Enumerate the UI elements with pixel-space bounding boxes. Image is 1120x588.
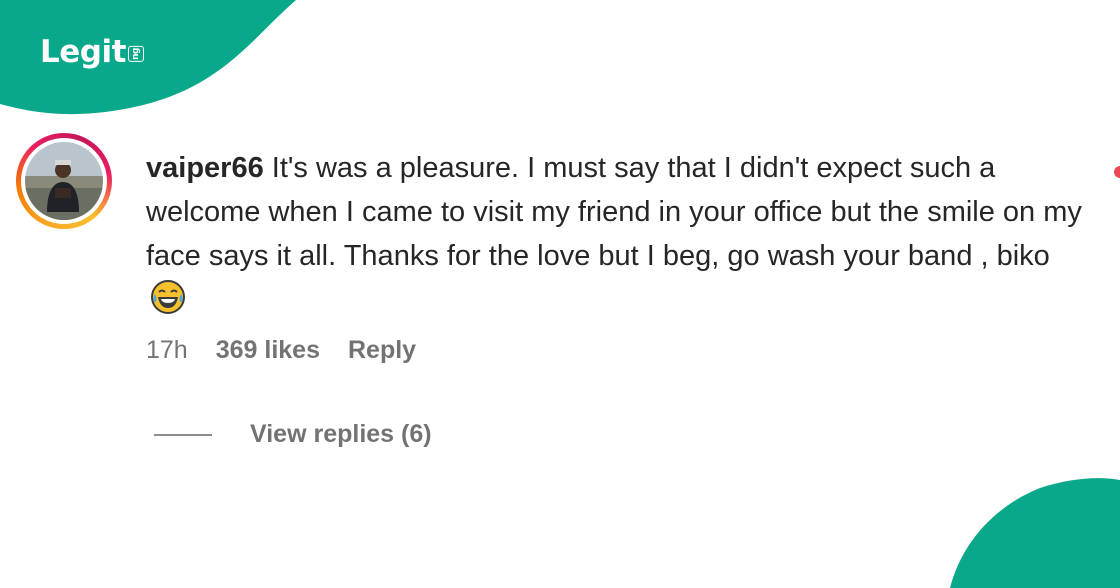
logo-text: Legit — [40, 34, 126, 70]
brand-corner-shape-bottom — [950, 478, 1120, 588]
comment-meta: 17h 369 likes Reply — [146, 336, 444, 365]
logo-suffix: ng — [127, 46, 144, 62]
comment-text: It's was a pleasure. I must say that I d… — [146, 152, 1082, 272]
comment-username[interactable]: vaiper66 — [146, 152, 264, 184]
reply-button[interactable]: Reply — [348, 336, 416, 365]
page: Legit ng vaiper66 It's was a pleasure. I… — [0, 0, 1120, 588]
avatar-photo — [25, 142, 103, 220]
comment-likes[interactable]: 369 likes — [216, 336, 320, 365]
face-with-tears-of-joy-icon — [151, 280, 185, 314]
comment-body: vaiper66 It's was a pleasure. I must say… — [146, 146, 1096, 322]
avatar[interactable] — [21, 138, 107, 224]
like-heart-icon[interactable] — [1114, 166, 1120, 178]
view-replies-label: View replies (6) — [250, 420, 432, 448]
view-replies-button[interactable]: View replies (6) — [154, 420, 432, 449]
legit-logo: Legit ng — [40, 34, 144, 70]
avatar-story-ring[interactable] — [16, 133, 112, 229]
replies-divider — [154, 433, 212, 436]
comment-time: 17h — [146, 336, 188, 364]
